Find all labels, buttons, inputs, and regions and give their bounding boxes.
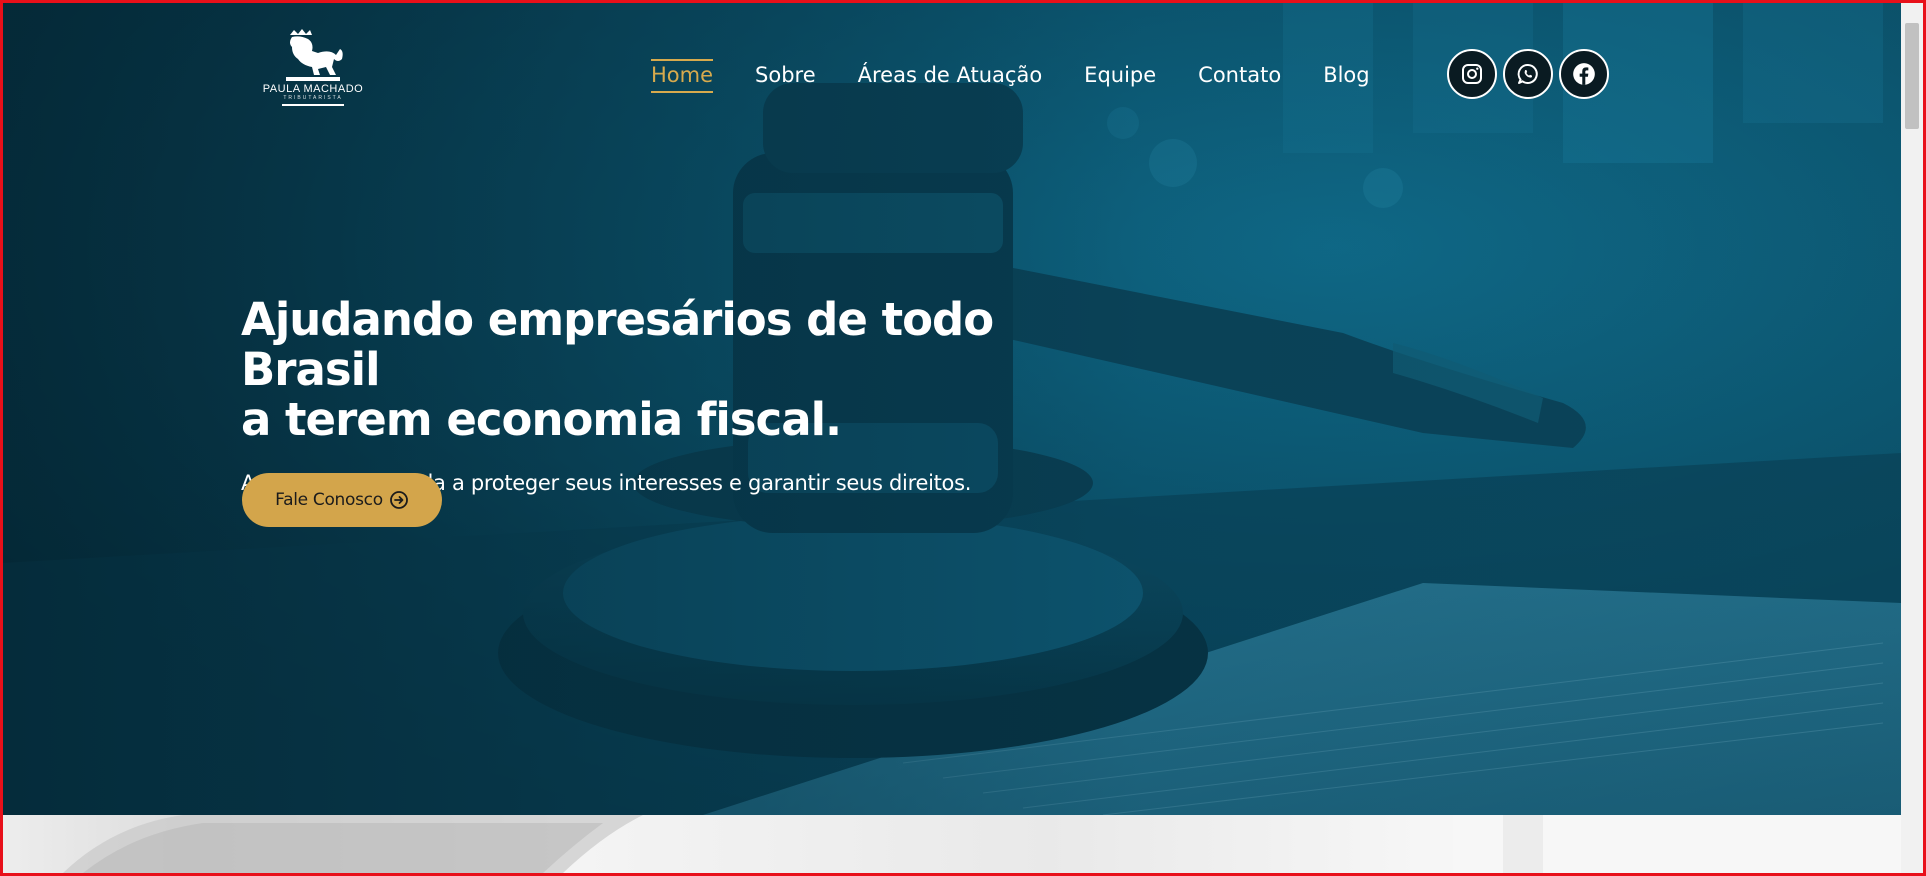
logo-underline xyxy=(282,104,344,106)
facebook-button[interactable] xyxy=(1559,49,1609,99)
nav-item-home[interactable]: Home xyxy=(651,57,714,93)
site-header: PAULA MACHADO TRIBUTARISTA Home Sobre Ár… xyxy=(3,3,1901,143)
whatsapp-icon xyxy=(1517,63,1538,84)
nav-item-equipe[interactable]: Equipe xyxy=(1084,57,1156,93)
page-viewport: PAULA MACHADO TRIBUTARISTA Home Sobre Ár… xyxy=(3,3,1901,873)
hero-title: Ajudando empresários de todo Brasil a te… xyxy=(241,295,1101,445)
whatsapp-button[interactable] xyxy=(1503,49,1553,99)
hero-title-line-2: a terem economia fiscal. xyxy=(241,393,842,446)
lion-crown-icon xyxy=(286,29,343,81)
hero-section: PAULA MACHADO TRIBUTARISTA Home Sobre Ár… xyxy=(3,3,1901,815)
instagram-icon xyxy=(1462,64,1482,84)
browser-frame: PAULA MACHADO TRIBUTARISTA Home Sobre Ár… xyxy=(0,0,1926,876)
logo-name: PAULA MACHADO xyxy=(262,83,364,95)
next-section-background-image xyxy=(63,815,1901,873)
main-nav: Home Sobre Áreas de Atuação Equipe Conta… xyxy=(651,55,1370,95)
instagram-button[interactable] xyxy=(1447,49,1497,99)
arrow-circle-right-icon xyxy=(389,491,408,509)
fale-conosco-button[interactable]: Fale Conosco xyxy=(242,473,442,527)
hero-content: Ajudando empresários de todo Brasil a te… xyxy=(241,295,1141,527)
hero-title-line-1: Ajudando empresários de todo Brasil xyxy=(241,293,994,396)
scrollbar-thumb[interactable] xyxy=(1905,23,1919,129)
nav-item-blog[interactable]: Blog xyxy=(1323,57,1369,93)
social-links xyxy=(1447,49,1609,99)
nav-item-sobre[interactable]: Sobre xyxy=(755,57,816,93)
logo-subtitle: TRIBUTARISTA xyxy=(283,95,343,101)
vertical-scrollbar[interactable] xyxy=(1901,3,1923,873)
nav-item-areas-de-atuacao[interactable]: Áreas de Atuação xyxy=(858,57,1043,93)
next-section-preview xyxy=(3,815,1901,873)
site-logo[interactable]: PAULA MACHADO TRIBUTARISTA xyxy=(261,29,365,123)
nav-item-contato[interactable]: Contato xyxy=(1198,57,1281,93)
cta-label: Fale Conosco xyxy=(275,490,383,510)
facebook-icon xyxy=(1573,63,1595,85)
